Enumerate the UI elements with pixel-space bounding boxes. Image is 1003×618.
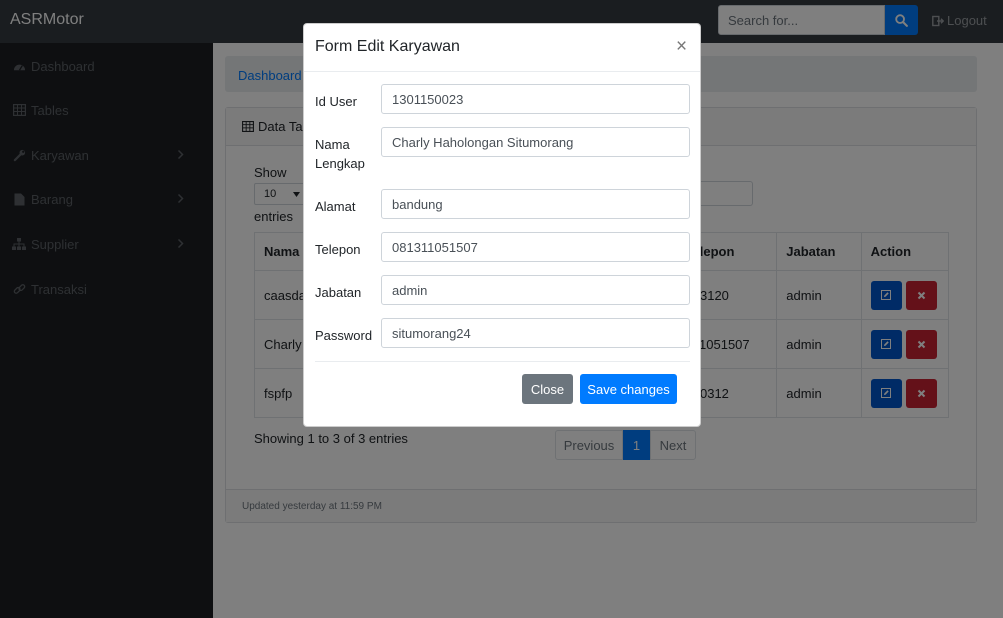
modal-title: Form Edit Karyawan [315, 38, 460, 55]
close-icon[interactable]: × [676, 37, 687, 56]
field-label: Alamat [315, 199, 356, 214]
edit-employee-modal: Form Edit Karyawan × Id User Nama Lengka… [303, 23, 701, 427]
nama-lengkap-field[interactable] [381, 127, 690, 157]
close-button[interactable]: Close [522, 374, 573, 404]
modal-header: Form Edit Karyawan × [304, 24, 700, 72]
save-changes-button[interactable]: Save changes [580, 374, 677, 404]
jabatan-field[interactable] [381, 275, 690, 305]
field-label: Password [315, 328, 373, 343]
modal-footer-divider [315, 361, 690, 362]
field-label: Jabatan [315, 285, 362, 300]
field-label: Id User [315, 94, 357, 109]
field-label: Nama Lengkap [315, 137, 365, 171]
password-field[interactable] [381, 318, 690, 348]
field-label: Telepon [315, 242, 361, 257]
id-user-field[interactable] [381, 84, 690, 114]
telepon-field[interactable] [381, 232, 690, 262]
alamat-field[interactable] [381, 189, 690, 219]
